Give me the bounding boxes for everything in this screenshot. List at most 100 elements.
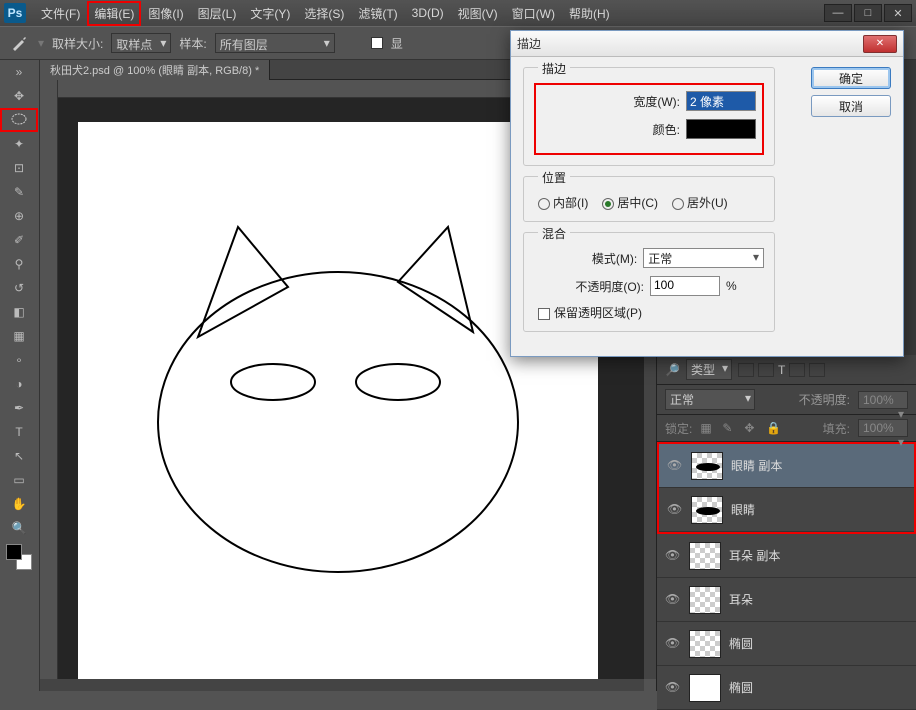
dodge-tool[interactable]: ◑ [0, 372, 38, 396]
color-label: 颜色: [653, 121, 680, 138]
expand-icon[interactable]: » [0, 60, 38, 84]
layer-filter-type[interactable]: 类型 [686, 359, 732, 380]
layer-name: 眼睛 副本 [731, 457, 782, 474]
menu-help[interactable]: 帮助(H) [562, 1, 617, 26]
menu-image[interactable]: 图像(I) [141, 1, 190, 26]
layer-thumbnail[interactable] [689, 630, 721, 658]
history-brush-tool[interactable]: ↺ [0, 276, 38, 300]
lasso-tool[interactable] [0, 108, 38, 132]
type-tool[interactable]: T [0, 420, 38, 444]
tools-panel: » ✥ ✦ ⊡ ✎ ⊕ ✐ ⚲ ↺ ◧ ▦ ∘ ◑ ✒ T ↖ ▭ ✋ 🔍 [0, 60, 40, 691]
lock-transparent-icon[interactable]: ▦ [700, 421, 714, 435]
color-swatches[interactable] [6, 544, 32, 570]
fill-select[interactable]: 100% [858, 419, 908, 437]
eyedropper-tool[interactable]: ✎ [0, 180, 38, 204]
sample-size-select[interactable]: 取样点 [111, 33, 171, 53]
zoom-tool[interactable]: 🔍 [0, 516, 38, 540]
menu-edit[interactable]: 编辑(E) [87, 1, 141, 26]
lock-move-icon[interactable]: ✥ [744, 421, 758, 435]
layer-thumbnail[interactable] [691, 496, 723, 524]
blend-mode-select[interactable]: 正常 [665, 389, 755, 410]
layer-name: 眼睛 [731, 501, 755, 518]
cancel-button[interactable]: 取消 [811, 95, 891, 117]
opacity-select[interactable]: 100% [858, 391, 908, 409]
filter-shape-icon[interactable] [789, 363, 805, 377]
scrollbar-horizontal[interactable] [40, 679, 644, 691]
stroke-legend: 描边 [538, 60, 570, 77]
visibility-icon[interactable]: 👁 [665, 548, 681, 564]
preserve-transparency-checkbox[interactable]: 保留透明区域(P) [538, 306, 642, 320]
opacity-label: 不透明度(O): [564, 278, 644, 295]
opacity-suffix: % [726, 279, 737, 293]
menu-select[interactable]: 选择(S) [297, 1, 351, 26]
visibility-icon[interactable]: 👁 [665, 680, 681, 696]
pos-outside-radio[interactable]: 居外(U) [672, 194, 728, 211]
layers-list: 👁 眼睛 副本 👁 眼睛 👁 耳朵 副本 👁 耳朵 👁 椭圆 [657, 442, 916, 710]
layer-item[interactable]: 👁 眼睛 副本 [659, 444, 914, 488]
dialog-close-button[interactable]: ✕ [863, 35, 897, 53]
menu-filter[interactable]: 滤镜(T) [351, 1, 404, 26]
visibility-icon[interactable]: 👁 [667, 458, 683, 474]
hand-tool[interactable]: ✋ [0, 492, 38, 516]
width-input[interactable]: 2 像素 [686, 91, 756, 111]
menu-layer[interactable]: 图层(L) [191, 1, 244, 26]
stamp-tool[interactable]: ⚲ [0, 252, 38, 276]
fill-label: 填充: [823, 420, 850, 437]
layer-item[interactable]: 👁 椭圆 [657, 622, 916, 666]
blur-tool[interactable]: ∘ [0, 348, 38, 372]
lock-all-icon[interactable]: 🔒 [766, 421, 780, 435]
layer-thumbnail[interactable] [691, 452, 723, 480]
move-tool[interactable]: ✥ [0, 84, 38, 108]
opacity-input[interactable]: 100 [650, 276, 720, 296]
layer-thumbnail[interactable] [689, 586, 721, 614]
width-label: 宽度(W): [633, 93, 680, 110]
visibility-icon[interactable]: 👁 [667, 502, 683, 518]
filter-pixel-icon[interactable] [738, 363, 754, 377]
layer-thumbnail[interactable] [689, 674, 721, 702]
lock-paint-icon[interactable]: ✎ [722, 421, 736, 435]
menu-3d[interactable]: 3D(D) [405, 2, 451, 24]
minimize-button[interactable]: — [824, 4, 852, 22]
quick-select-tool[interactable]: ✦ [0, 132, 38, 156]
shape-tool[interactable]: ▭ [0, 468, 38, 492]
brush-tool[interactable]: ✐ [0, 228, 38, 252]
crop-tool[interactable]: ⊡ [0, 156, 38, 180]
menu-file[interactable]: 文件(F) [34, 1, 87, 26]
healing-tool[interactable]: ⊕ [0, 204, 38, 228]
stroke-dialog: 描边 ✕ 确定 取消 描边 宽度(W): 2 像素 颜色: 位置 [510, 30, 904, 357]
mode-select[interactable]: 正常 [643, 248, 764, 268]
visibility-icon[interactable]: 👁 [665, 592, 681, 608]
dialog-title: 描边 [517, 35, 541, 52]
layer-thumbnail[interactable] [689, 542, 721, 570]
sample-select[interactable]: 所有图层 [215, 33, 335, 53]
layer-item[interactable]: 👁 耳朵 副本 [657, 534, 916, 578]
show-checkbox[interactable] [371, 37, 383, 49]
layer-item[interactable]: 👁 椭圆 [657, 666, 916, 710]
layer-item[interactable]: 👁 耳朵 [657, 578, 916, 622]
menu-view[interactable]: 视图(V) [451, 1, 505, 26]
menu-window[interactable]: 窗口(W) [505, 1, 562, 26]
color-swatch[interactable] [686, 119, 756, 139]
close-button[interactable]: ✕ [884, 4, 912, 22]
pos-inside-radio[interactable]: 内部(I) [538, 194, 588, 211]
menu-type[interactable]: 文字(Y) [243, 1, 297, 26]
maximize-button[interactable]: □ [854, 4, 882, 22]
filter-type-icon[interactable]: T [778, 363, 785, 377]
eraser-tool[interactable]: ◧ [0, 300, 38, 324]
pos-center-radio[interactable]: 居中(C) [602, 194, 658, 211]
path-select-tool[interactable]: ↖ [0, 444, 38, 468]
search-icon[interactable]: 🔎 [665, 363, 680, 377]
layer-name: 椭圆 [729, 679, 753, 696]
gradient-tool[interactable]: ▦ [0, 324, 38, 348]
filter-smart-icon[interactable] [809, 363, 825, 377]
pen-tool[interactable]: ✒ [0, 396, 38, 420]
opacity-label: 不透明度: [799, 391, 850, 408]
layer-item[interactable]: 👁 眼睛 [659, 488, 914, 532]
filter-adjust-icon[interactable] [758, 363, 774, 377]
visibility-icon[interactable]: 👁 [665, 636, 681, 652]
eyedropper-tool-icon[interactable] [8, 32, 30, 54]
mode-label: 模式(M): [564, 250, 637, 267]
document-tab[interactable]: 秋田犬2.psd @ 100% (眼睛 副本, RGB/8) * [40, 60, 270, 80]
lock-label: 锁定: [665, 420, 692, 437]
ok-button[interactable]: 确定 [811, 67, 891, 89]
